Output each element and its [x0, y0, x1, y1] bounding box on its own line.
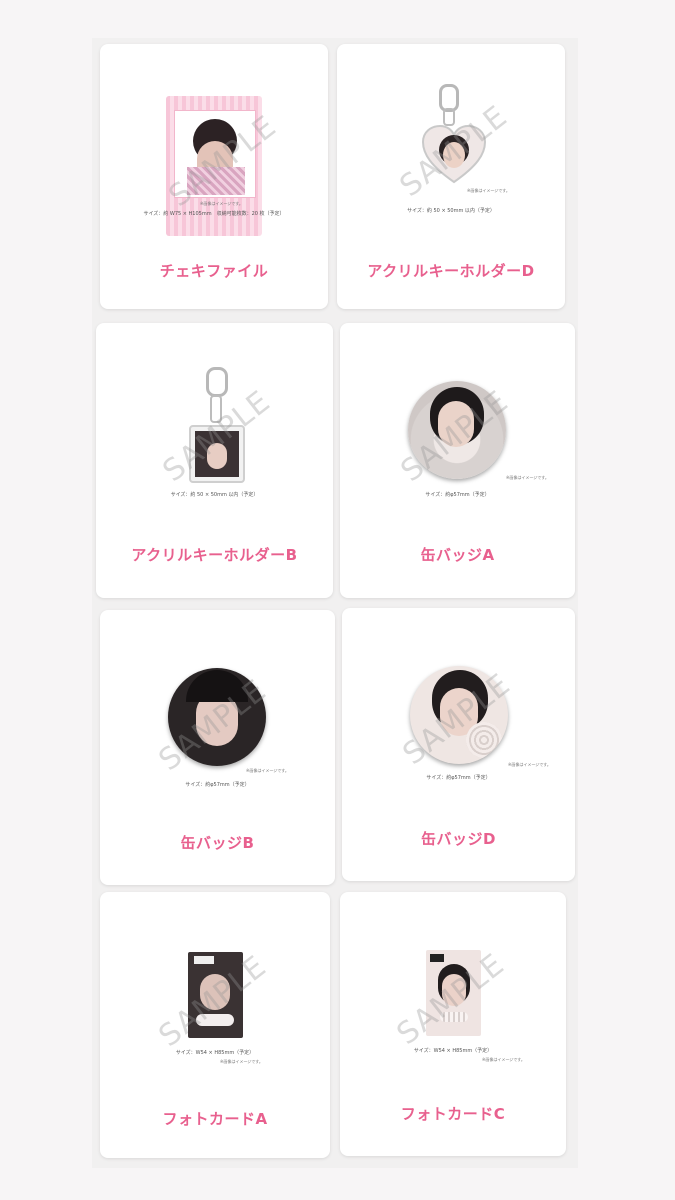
product-name: 缶バッジD — [421, 830, 496, 848]
product-card-cheki-file[interactable]: ※画像はイメージです。 サイズ：約 W75 × H105mm 収納可能枚数：20… — [100, 44, 328, 309]
product-card-can-badge-b[interactable]: ※画像はイメージです。 サイズ：約φ57mm（予定） 缶バッジB SAMPLE — [100, 610, 335, 885]
product-name: アクリルキーホルダーB — [131, 546, 298, 564]
image-note: ※画像はイメージです。 — [246, 768, 289, 773]
product-card-can-badge-d[interactable]: ※画像はイメージです。 サイズ：約φ57mm（予定） 缶バッジD SAMPLE — [342, 608, 575, 881]
product-image-heart-keyholder — [421, 124, 487, 184]
image-note: ※画像はイメージです。 — [220, 1059, 263, 1064]
product-image-badge-d — [410, 666, 508, 764]
image-note: ※画像はイメージです。 — [200, 201, 243, 206]
product-name: フォトカードA — [162, 1110, 268, 1128]
product-spec: サイズ：約 50 × 50mm 以内（予定） — [170, 492, 259, 498]
product-image-photo-card-a — [188, 952, 243, 1038]
product-name: フォトカードC — [400, 1105, 506, 1123]
image-note: ※画像はイメージです。 — [467, 188, 510, 193]
product-image-badge-a — [408, 381, 506, 479]
product-image-photo-card-c — [426, 950, 481, 1036]
product-spec: サイズ：W54 × H85mm（予定） — [413, 1048, 493, 1054]
keychain-link-icon — [210, 395, 222, 423]
product-card-acrylic-keyholder-d[interactable]: ※画像はイメージです。 サイズ：約 50 × 50mm 以内（予定） アクリルキ… — [337, 44, 565, 309]
product-card-photo-card-c[interactable]: サイズ：W54 × H85mm（予定） ※画像はイメージです。 フォトカードC … — [340, 892, 566, 1156]
product-spec: サイズ：約φ57mm（予定） — [185, 782, 250, 788]
product-name: 缶バッジA — [420, 546, 495, 564]
product-name: チェキファイル — [159, 262, 269, 280]
product-name: 缶バッジB — [180, 834, 255, 852]
product-image-badge-b — [168, 668, 266, 766]
product-spec: サイズ：W54 × H85mm（予定） — [175, 1050, 255, 1056]
keychain-ring-icon — [206, 367, 228, 397]
image-note: ※画像はイメージです。 — [508, 762, 551, 767]
product-spec: サイズ：約φ57mm（予定） — [425, 492, 490, 498]
product-image-square-keyholder — [189, 425, 245, 483]
image-note: ※画像はイメージです。 — [506, 475, 549, 480]
product-spec: サイズ：約 50 × 50mm 以内（予定） — [407, 208, 495, 214]
product-name: アクリルキーホルダーD — [367, 262, 535, 280]
product-card-can-badge-a[interactable]: ※画像はイメージです。 サイズ：約φ57mm（予定） 缶バッジA SAMPLE — [340, 323, 575, 598]
image-note: ※画像はイメージです。 — [482, 1057, 525, 1062]
product-spec: サイズ：約 W75 × H105mm 収納可能枚数：20 枚（予定） — [143, 211, 285, 217]
product-card-acrylic-keyholder-b[interactable]: サイズ：約 50 × 50mm 以内（予定） アクリルキーホルダーB SAMPL… — [96, 323, 333, 598]
product-card-photo-card-a[interactable]: サイズ：W54 × H85mm（予定） ※画像はイメージです。 フォトカードA … — [100, 892, 330, 1158]
product-spec: サイズ：約φ57mm（予定） — [426, 775, 491, 781]
